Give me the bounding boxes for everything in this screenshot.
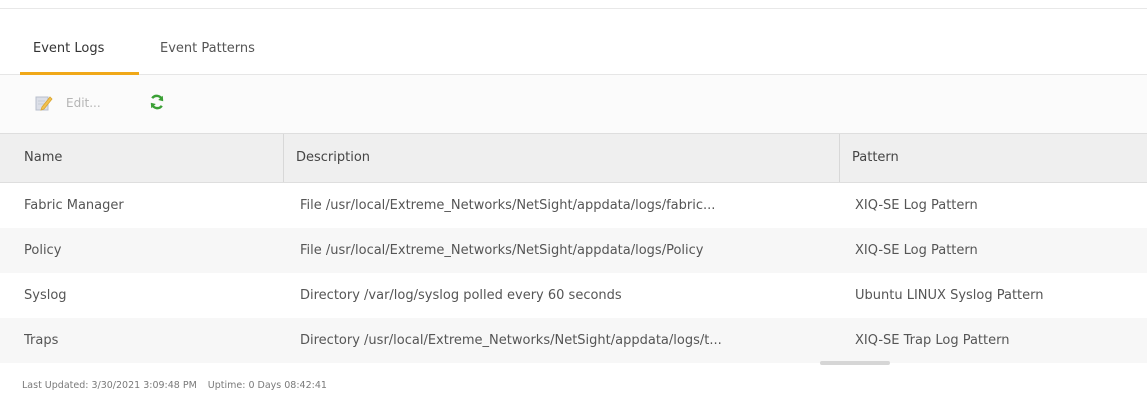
tab-event-patterns-label: Event Patterns [160,41,255,56]
edit-icon [34,93,54,113]
tab-event-patterns[interactable]: Event Patterns [160,34,255,74]
column-header-pattern[interactable]: Pattern [840,134,1147,182]
cell-name: Syslog [24,288,67,303]
edit-button-label: Edit... [66,96,101,110]
cell-pattern: XIQ-SE Log Pattern [855,243,978,258]
refresh-button[interactable] [148,93,166,111]
cell-description: File /usr/local/Extreme_Networks/NetSigh… [300,243,704,258]
cell-description: File /usr/local/Extreme_Networks/NetSigh… [300,198,716,213]
column-header-name[interactable]: Name [0,134,284,182]
uptime-text: Uptime: 0 Days 08:42:41 [207,380,327,391]
status-bar: Last Updated: 3/30/2021 3:09:48 PM Uptim… [22,380,327,391]
column-header-description[interactable]: Description [284,134,840,182]
cell-name: Traps [24,333,59,348]
tab-event-logs-label: Event Logs [33,41,105,56]
cell-name: Fabric Manager [24,198,124,213]
table-row[interactable]: Policy File /usr/local/Extreme_Networks/… [0,228,1147,273]
cell-pattern: Ubuntu LINUX Syslog Pattern [855,288,1044,303]
event-logs-table: Name Description Pattern Fabric Manager … [0,133,1147,363]
cell-pattern: XIQ-SE Trap Log Pattern [855,333,1010,348]
table-row[interactable]: Traps Directory /usr/local/Extreme_Netwo… [0,318,1147,363]
table-row[interactable]: Syslog Directory /var/log/syslog polled … [0,273,1147,318]
cell-pattern: XIQ-SE Log Pattern [855,198,978,213]
refresh-icon [150,94,164,110]
cell-description: Directory /var/log/syslog polled every 6… [300,288,622,303]
table-row[interactable]: Fabric Manager File /usr/local/Extreme_N… [0,183,1147,228]
cell-name: Policy [24,243,62,258]
top-divider [0,8,1147,9]
tab-bar: Event Logs Event Patterns [0,34,1147,75]
last-updated-text: Last Updated: 3/30/2021 3:09:48 PM [22,380,197,391]
toolbar: Edit... [0,75,1147,133]
horizontal-scrollbar[interactable] [820,361,890,365]
edit-button[interactable]: Edit... [34,93,101,113]
tab-event-logs[interactable]: Event Logs [20,34,139,75]
table-header: Name Description Pattern [0,133,1147,183]
cell-description: Directory /usr/local/Extreme_Networks/Ne… [300,333,722,348]
